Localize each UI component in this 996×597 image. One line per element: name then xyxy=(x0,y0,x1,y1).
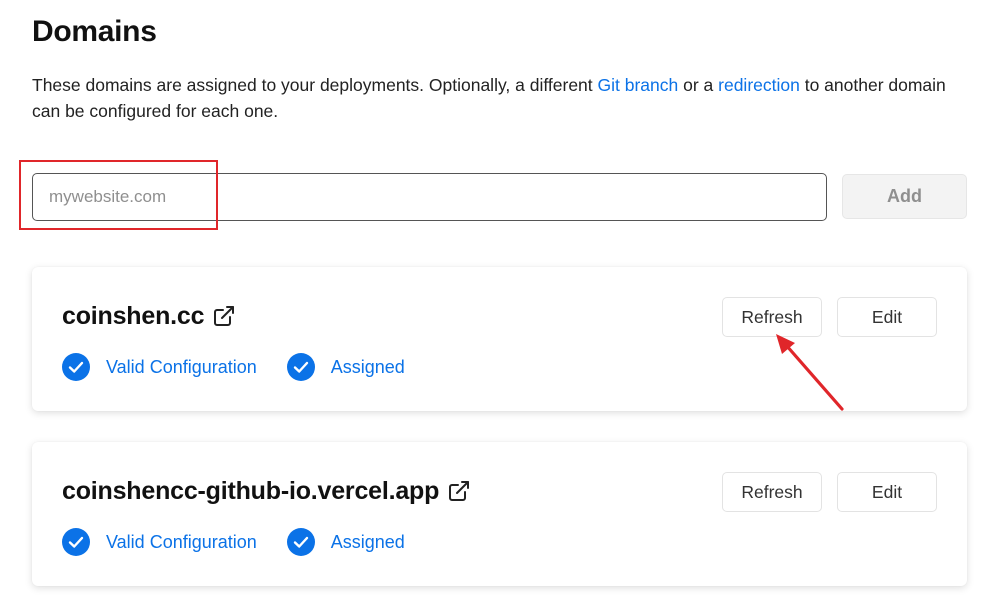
domain-name[interactable]: coinshencc-github-io.vercel.app xyxy=(62,476,439,506)
status-valid-configuration: Valid Configuration xyxy=(62,528,257,556)
domain-card: coinshen.cc Valid Configuration Assigned… xyxy=(32,267,967,411)
edit-button[interactable]: Edit xyxy=(837,297,937,337)
refresh-button[interactable]: Refresh xyxy=(722,297,822,337)
status-label[interactable]: Valid Configuration xyxy=(106,528,257,556)
redirection-link[interactable]: redirection xyxy=(718,75,800,95)
domain-title-row: coinshen.cc xyxy=(62,301,236,331)
external-link-icon[interactable] xyxy=(212,304,236,328)
check-circle-icon xyxy=(62,528,90,556)
description-text-1: These domains are assigned to your deplo… xyxy=(32,75,598,95)
status-valid-configuration: Valid Configuration xyxy=(62,353,257,381)
domains-page: Domains These domains are assigned to yo… xyxy=(0,0,996,597)
domain-card: coinshencc-github-io.vercel.app Valid Co… xyxy=(32,442,967,586)
description-text-2: or a xyxy=(678,75,719,95)
external-link-icon[interactable] xyxy=(447,479,471,503)
status-row: Valid Configuration Assigned xyxy=(62,528,435,556)
page-description: These domains are assigned to your deplo… xyxy=(32,72,962,124)
status-assigned: Assigned xyxy=(286,528,405,556)
edit-button[interactable]: Edit xyxy=(837,472,937,512)
domain-input[interactable] xyxy=(32,173,827,221)
page-title: Domains xyxy=(32,15,157,48)
check-circle-icon xyxy=(62,353,90,381)
add-domain-button[interactable]: Add xyxy=(842,174,967,219)
domain-name[interactable]: coinshen.cc xyxy=(62,301,204,331)
check-circle-icon xyxy=(286,528,315,556)
status-assigned: Assigned xyxy=(286,353,405,381)
domain-title-row: coinshencc-github-io.vercel.app xyxy=(62,476,471,506)
status-label[interactable]: Assigned xyxy=(331,353,405,381)
status-label[interactable]: Valid Configuration xyxy=(106,353,257,381)
status-label[interactable]: Assigned xyxy=(331,528,405,556)
status-row: Valid Configuration Assigned xyxy=(62,353,435,381)
git-branch-link[interactable]: Git branch xyxy=(598,75,679,95)
refresh-button[interactable]: Refresh xyxy=(722,472,822,512)
check-circle-icon xyxy=(286,353,315,381)
